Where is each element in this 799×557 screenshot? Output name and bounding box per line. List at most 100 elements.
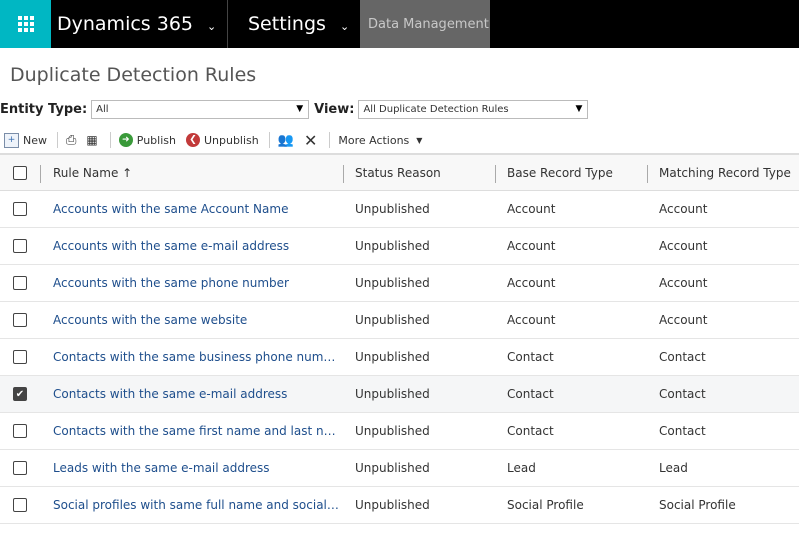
matching-record-type-cell: Lead — [659, 461, 688, 475]
more-actions-button[interactable]: More Actions ▼ — [338, 134, 422, 147]
row-checkbox[interactable] — [13, 424, 27, 438]
unpublish-button[interactable]: ❮ Unpublish — [185, 133, 259, 147]
rule-name-link[interactable]: Contacts with the same business phone nu… — [53, 350, 341, 364]
status-reason-cell: Unpublished — [355, 313, 430, 327]
table-row[interactable]: Accounts with the same e-mail address Unp… — [0, 228, 799, 265]
view-value: All Duplicate Detection Rules — [363, 103, 509, 115]
row-checkbox-cell — [13, 265, 27, 301]
rule-name-cell: Accounts with the same phone number — [53, 265, 341, 301]
rule-name-cell: Contacts with the same first name and la… — [53, 413, 341, 449]
area-name: Settings — [248, 13, 326, 35]
status-reason-cell: Unpublished — [355, 424, 430, 438]
row-checkbox[interactable] — [13, 202, 27, 216]
filter-bar: Entity Type: All ▼ View: All Duplicate D… — [0, 99, 589, 119]
app-launcher-button[interactable] — [0, 0, 51, 48]
rule-name-link[interactable]: Contacts with the same e-mail address — [53, 387, 287, 401]
status-reason-cell: Unpublished — [355, 202, 430, 216]
base-record-type-cell: Contact — [507, 424, 554, 438]
row-checkbox[interactable] — [13, 461, 27, 475]
column-header-status-reason[interactable]: Status Reason — [355, 155, 441, 190]
row-checkbox[interactable] — [13, 313, 27, 327]
rule-name-cell: Social profiles with same full name and … — [53, 487, 341, 523]
column-divider[interactable] — [495, 165, 496, 183]
table-row[interactable]: Social profiles with same full name and … — [0, 487, 799, 524]
matching-record-type-cell: Contact — [659, 350, 706, 364]
rule-name-link[interactable]: Social profiles with same full name and … — [53, 498, 341, 512]
status-reason-cell: Unpublished — [355, 276, 430, 290]
status-reason-cell: Unpublished — [355, 239, 430, 253]
table-row[interactable]: Contacts with the same business phone nu… — [0, 339, 799, 376]
row-checkbox[interactable] — [13, 276, 27, 290]
column-divider[interactable] — [647, 165, 648, 183]
row-checkbox[interactable]: ✔ — [13, 387, 27, 401]
matching-record-type-cell: Account — [659, 202, 708, 216]
grid-header: Rule Name ↑ Status Reason Base Record Ty… — [0, 153, 799, 191]
column-header-matching-record-type[interactable]: Matching Record Type — [659, 155, 791, 190]
entity-type-select[interactable]: All ▼ — [91, 99, 310, 119]
status-reason-cell: Unpublished — [355, 461, 430, 475]
divider — [329, 132, 331, 148]
base-record-type-cell: Social Profile — [507, 498, 584, 512]
base-record-type-cell: Contact — [507, 350, 554, 364]
base-record-type-cell: Account — [507, 239, 556, 253]
base-record-type-cell: Lead — [507, 461, 536, 475]
table-row[interactable]: Accounts with the same website Unpublishe… — [0, 302, 799, 339]
entity-type-value: All — [96, 103, 109, 115]
matching-record-type-cell: Account — [659, 313, 708, 327]
column-header-base-record-type[interactable]: Base Record Type — [507, 155, 613, 190]
divider — [57, 132, 58, 148]
rule-name-link[interactable]: Contacts with the same first name and la… — [53, 424, 341, 438]
rule-name-cell: Leads with the same e-mail address — [53, 450, 341, 486]
table-row[interactable]: Accounts with the same phone number Unpub… — [0, 265, 799, 302]
base-record-type-cell: Contact — [507, 387, 554, 401]
top-nav-bar: Dynamics 365 ⌄ Settings ⌄ Data Managemen… — [0, 0, 799, 48]
row-checkbox-cell: ✔ — [13, 376, 27, 412]
row-checkbox-cell — [13, 191, 27, 227]
rule-name-link[interactable]: Leads with the same e-mail address — [53, 461, 270, 475]
publish-icon: ➜ — [118, 133, 133, 147]
publish-button[interactable]: ➜ Publish — [118, 133, 176, 147]
row-checkbox-cell — [13, 339, 27, 375]
matching-record-type-cell: Contact — [659, 424, 706, 438]
row-checkbox-cell — [13, 302, 27, 338]
rule-name-cell: Contacts with the same business phone nu… — [53, 339, 341, 375]
column-divider[interactable] — [343, 165, 344, 183]
delete-icon[interactable]: ✕ — [304, 131, 317, 150]
caret-down-icon: ▼ — [416, 135, 423, 145]
print-icon[interactable]: ⎙ — [66, 133, 76, 148]
rule-name-link[interactable]: Accounts with the same website — [53, 313, 247, 327]
table-row[interactable]: Leads with the same e-mail address Unpubl… — [0, 450, 799, 487]
area-switcher[interactable]: Settings ⌄ — [228, 0, 360, 48]
more-actions-label: More Actions — [338, 133, 410, 147]
export-excel-icon[interactable]: ▦ — [86, 133, 97, 147]
status-reason-cell: Unpublished — [355, 498, 430, 512]
assign-users-icon[interactable]: 👥 — [278, 133, 294, 148]
view-select[interactable]: All Duplicate Detection Rules ▼ — [358, 99, 589, 119]
breadcrumb-data-management[interactable]: Data Management — [360, 0, 490, 48]
dropdown-arrow-icon: ▼ — [575, 104, 583, 114]
publish-label: Publish — [136, 133, 176, 147]
rule-name-link[interactable]: Accounts with the same phone number — [53, 276, 289, 290]
waffle-icon — [17, 16, 34, 32]
table-row[interactable]: ✔ Contacts with the same e-mail address Un… — [0, 376, 799, 413]
base-record-type-cell: Account — [507, 202, 556, 216]
matching-record-type-cell: Account — [659, 239, 708, 253]
table-row[interactable]: Contacts with the same first name and la… — [0, 413, 799, 450]
row-checkbox[interactable] — [13, 350, 27, 364]
row-checkbox[interactable] — [13, 239, 27, 253]
command-bar: + New ⎙ ▦ ➜ Publish ❮ Unpublish 👥 ✕ More… — [0, 130, 432, 150]
table-row[interactable]: Accounts with the same Account Name Unpub… — [0, 191, 799, 228]
view-label: View: — [314, 101, 355, 117]
status-reason-cell: Unpublished — [355, 387, 430, 401]
rule-name-cell: Accounts with the same Account Name — [53, 191, 341, 227]
matching-record-type-cell: Contact — [659, 387, 706, 401]
select-all-checkbox[interactable] — [13, 165, 27, 180]
rule-name-link[interactable]: Accounts with the same Account Name — [53, 202, 288, 216]
rule-name-link[interactable]: Accounts with the same e-mail address — [53, 239, 289, 253]
column-header-rule-name[interactable]: Rule Name ↑ — [53, 155, 132, 190]
new-button[interactable]: + New — [4, 132, 47, 148]
row-checkbox[interactable] — [13, 498, 27, 512]
base-record-type-cell: Account — [507, 276, 556, 290]
app-switcher[interactable]: Dynamics 365 ⌄ — [51, 0, 228, 48]
page-title: Duplicate Detection Rules — [10, 64, 257, 86]
